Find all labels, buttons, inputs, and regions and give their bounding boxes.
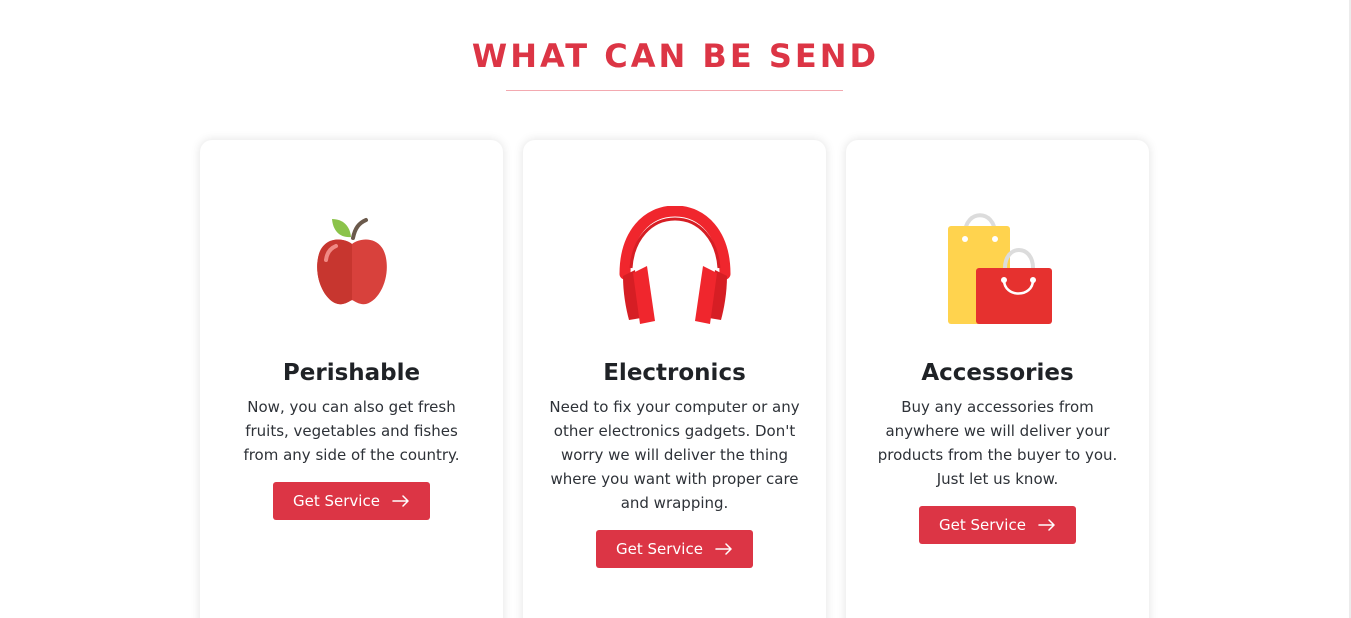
card-description: Buy any accessories from anywhere we wil… — [877, 398, 1118, 488]
service-card-accessories: Accessories Buy any accessories from any… — [846, 140, 1149, 618]
card-title: Accessories — [921, 360, 1074, 386]
apple-icon — [200, 206, 503, 326]
shopping-bags-icon — [846, 206, 1149, 326]
button-label: Get Service — [293, 492, 380, 510]
service-card-perishable: Perishable Now, you can also get fresh f… — [200, 140, 503, 618]
card-title: Perishable — [282, 360, 421, 386]
title-underline — [506, 90, 843, 91]
button-label: Get Service — [616, 540, 703, 558]
arrow-right-icon — [1038, 519, 1055, 531]
get-service-button[interactable]: Get Service — [596, 530, 753, 568]
arrow-right-icon — [392, 495, 409, 507]
section-title: WHAT CAN BE SEND — [471, 37, 880, 75]
card-description: Now, you can also get fresh fruits, vege… — [243, 398, 460, 464]
get-service-button[interactable]: Get Service — [919, 506, 1076, 544]
card-description: Need to fix your computer or any other e… — [549, 398, 800, 512]
button-label: Get Service — [939, 516, 1026, 534]
headphones-icon — [523, 206, 826, 326]
card-title: Electronics — [603, 360, 746, 386]
service-card-electronics: Electronics Need to fix your computer or… — [523, 140, 826, 618]
get-service-button[interactable]: Get Service — [273, 482, 430, 520]
page: WHAT CAN BE SEND Perishable Now, you can… — [0, 0, 1351, 618]
arrow-right-icon — [715, 543, 732, 555]
